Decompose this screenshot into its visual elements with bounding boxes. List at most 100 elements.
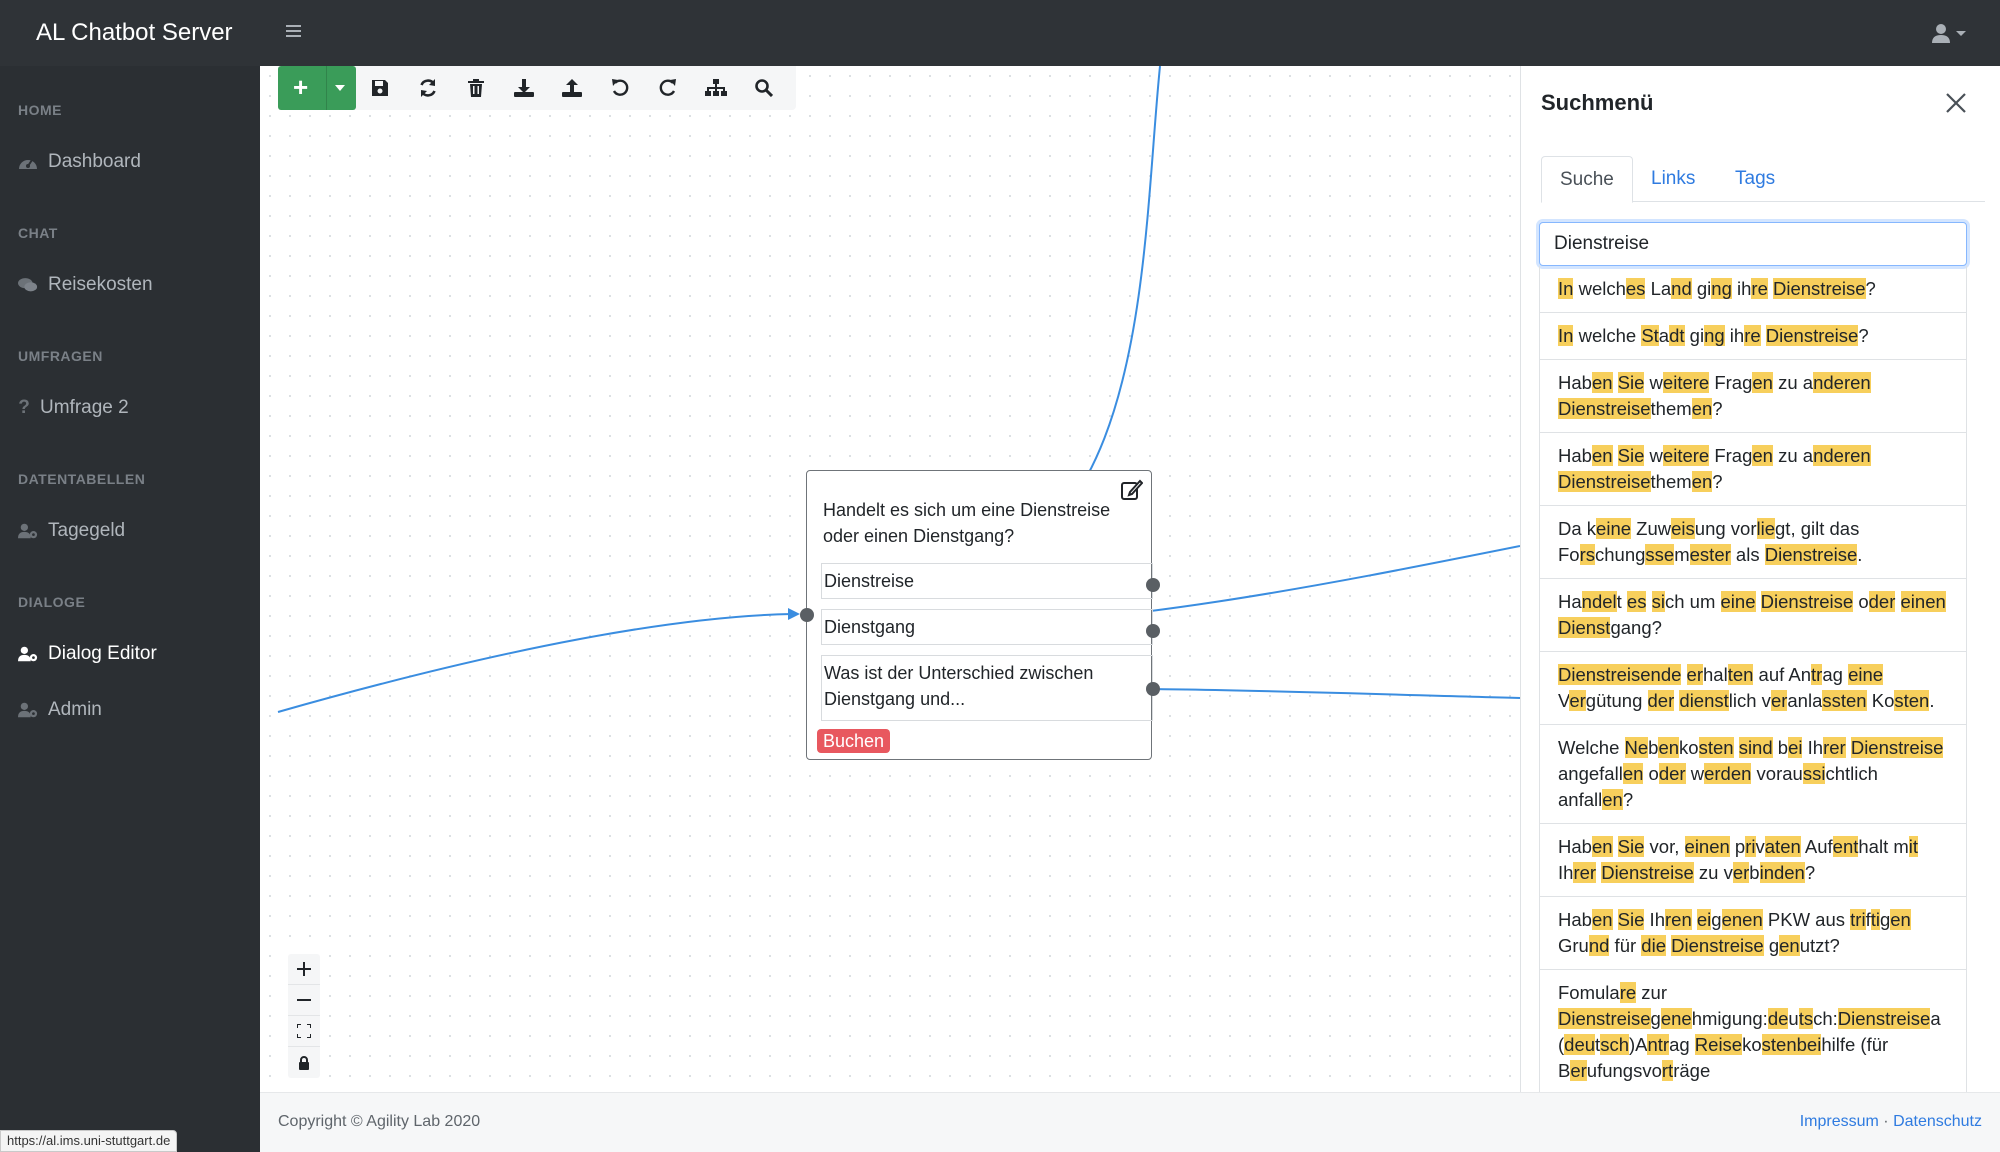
download-icon — [514, 79, 534, 97]
sidebar-item-umfrage-2[interactable]: ? Umfrage 2 — [18, 393, 129, 423]
tab-suche[interactable]: Suche — [1541, 156, 1633, 203]
search-highlight: eitere — [1662, 445, 1710, 466]
upload-button[interactable] — [548, 66, 596, 110]
tab-tags[interactable]: Tags — [1717, 156, 1793, 202]
save-button[interactable] — [356, 66, 404, 110]
node-answer-dienstgang[interactable]: Dienstgang — [821, 609, 1153, 645]
node-output-port-3[interactable] — [1146, 682, 1160, 696]
user-menu-button[interactable] — [1932, 20, 1976, 46]
search-result-item[interactable]: Welche Nebenkosten sind bei Ihrer Dienst… — [1539, 725, 1967, 824]
search-highlight: Dienstreise — [1601, 862, 1694, 883]
search-highlight: ene — [1660, 1008, 1692, 1029]
footer: Copyright © Agility Lab 2020 Impressum ·… — [260, 1092, 2000, 1152]
dashboard-icon — [18, 153, 38, 171]
search-highlight: sten — [1698, 737, 1734, 758]
add-node-button[interactable]: + — [278, 66, 356, 110]
undo-button[interactable] — [596, 66, 644, 110]
search-highlight: nd — [1588, 935, 1610, 956]
footer-separator: · — [1883, 1113, 1889, 1130]
search-highlight: nderen — [1813, 372, 1871, 393]
search-highlight: re — [1751, 278, 1768, 299]
sidebar: HOME Dashboard CHAT Reisekosten UMFRAGEN… — [0, 66, 260, 1152]
search-highlight: ren — [1665, 909, 1692, 930]
search-highlight: Dienstreise — [1850, 737, 1944, 758]
sidebar-item-reisekosten[interactable]: Reisekosten — [18, 270, 153, 300]
search-highlight: ts — [1798, 1008, 1814, 1029]
search-result-item[interactable]: Haben Sie Ihren eigenen PKW aus triftige… — [1539, 897, 1967, 970]
node-answer-unterschied[interactable]: Was ist der Unterschied zwischen Dienstg… — [821, 655, 1153, 721]
search-highlight: de — [1767, 1008, 1789, 1029]
redo-icon — [659, 79, 676, 96]
search-highlight: St — [1641, 325, 1659, 346]
fit-view-button[interactable] — [288, 1016, 320, 1047]
hamburger-menu-icon[interactable] — [286, 22, 306, 44]
search-highlight: en — [1591, 372, 1613, 393]
edge-incoming[interactable] — [277, 613, 793, 713]
search-highlight: In — [1558, 325, 1574, 346]
search-highlight: Dienstreise — [1558, 398, 1651, 419]
nav-header-umfragen: UMFRAGEN — [18, 348, 103, 364]
dialog-node[interactable]: Handelt es sich um eine Dienstreise oder… — [800, 470, 1160, 760]
zoom-out-button[interactable] — [288, 985, 320, 1016]
search-highlight: en — [1602, 789, 1623, 810]
datenschutz-link[interactable]: Datenschutz — [1893, 1113, 1982, 1130]
undo-icon — [612, 79, 629, 96]
search-highlight: rt — [1661, 1060, 1674, 1081]
search-highlight: en — [1890, 909, 1911, 930]
delete-button[interactable] — [452, 66, 500, 110]
sidebar-item-tagegeld[interactable]: Tagegeld — [18, 516, 125, 546]
app-title[interactable]: AL Chatbot Server — [36, 19, 233, 47]
nav-header-dialoge: DIALOGE — [18, 594, 86, 610]
search-result-item[interactable]: Haben Sie weitere Fragen zu anderen Dien… — [1539, 360, 1967, 433]
sidebar-item-dialog-editor[interactable]: Dialog Editor — [18, 639, 157, 669]
search-highlight: Dienstreise — [1765, 325, 1859, 346]
search-result-item[interactable]: Dienstreisende erhalten auf Antrag eine … — [1539, 652, 1967, 725]
impressum-link[interactable]: Impressum — [1800, 1113, 1879, 1130]
search-result-item[interactable]: Da keine Zuweisung vorliegt, gilt das Fo… — [1539, 506, 1967, 579]
search-input[interactable] — [1539, 222, 1967, 266]
redo-button[interactable] — [644, 66, 692, 110]
search-highlight: en — [1779, 935, 1800, 956]
node-tag-badge[interactable]: Buchen — [817, 729, 891, 753]
tab-links[interactable]: Links — [1633, 156, 1713, 202]
search-highlight: Dienstreise — [1671, 935, 1764, 956]
download-button[interactable] — [500, 66, 548, 110]
search-result-item[interactable]: Handelt es sich um eine Dienstreise oder… — [1539, 579, 1967, 652]
search-highlight: ng — [1711, 278, 1732, 299]
search-result-item[interactable]: Haben Sie vor, einen privaten Aufenthalt… — [1539, 824, 1967, 897]
comments-icon — [18, 276, 38, 294]
auto-layout-button[interactable] — [692, 66, 740, 110]
users-cog-icon — [18, 645, 38, 663]
search-button[interactable] — [740, 66, 788, 110]
search-highlight: er — [1770, 690, 1788, 711]
search-highlight: nderen — [1813, 445, 1871, 466]
sidebar-item-admin[interactable]: Admin — [18, 695, 102, 725]
sidebar-item-dashboard[interactable]: Dashboard — [18, 147, 141, 177]
node-input-port[interactable] — [800, 608, 814, 622]
search-result-item[interactable]: In welches Land ging ihre Dienstreise? — [1539, 266, 1967, 313]
search-highlight: enen — [1721, 909, 1763, 930]
nav-header-home: HOME — [18, 102, 62, 118]
search-highlight: Dienstreise — [1760, 591, 1854, 612]
node-output-port-1[interactable] — [1146, 578, 1160, 592]
search-result-item[interactable]: Haben Sie weitere Fragen zu anderen Dien… — [1539, 433, 1967, 506]
search-highlight: Sie — [1617, 909, 1645, 930]
search-highlight: it — [1908, 836, 1919, 857]
node-answer-dienstreise[interactable]: Dienstreise — [821, 563, 1153, 599]
search-result-item[interactable]: Fomulare zur Dienstreisegenehmigung:deut… — [1539, 970, 1967, 1092]
close-panel-button[interactable] — [1941, 88, 1971, 118]
nav-header-datentabellen: DATENTABELLEN — [18, 471, 146, 487]
search-highlight: der — [1647, 690, 1675, 711]
search-highlight: eine — [1720, 591, 1756, 612]
search-highlight: lie — [1756, 518, 1776, 539]
lock-button[interactable] — [288, 1047, 320, 1078]
dialog-canvas[interactable]: + Handelt es sich um eine Dienstreise od… — [260, 66, 1520, 1092]
zoom-in-button[interactable] — [288, 954, 320, 985]
search-highlight: er — [1732, 862, 1750, 883]
lock-icon — [299, 1055, 309, 1070]
chevron-down-icon[interactable] — [335, 85, 345, 91]
refresh-button[interactable] — [404, 66, 452, 110]
node-output-port-2[interactable] — [1146, 624, 1160, 638]
search-result-item[interactable]: In welche Stadt ging ihre Dienstreise? — [1539, 313, 1967, 360]
search-highlight: einen — [1684, 836, 1730, 857]
